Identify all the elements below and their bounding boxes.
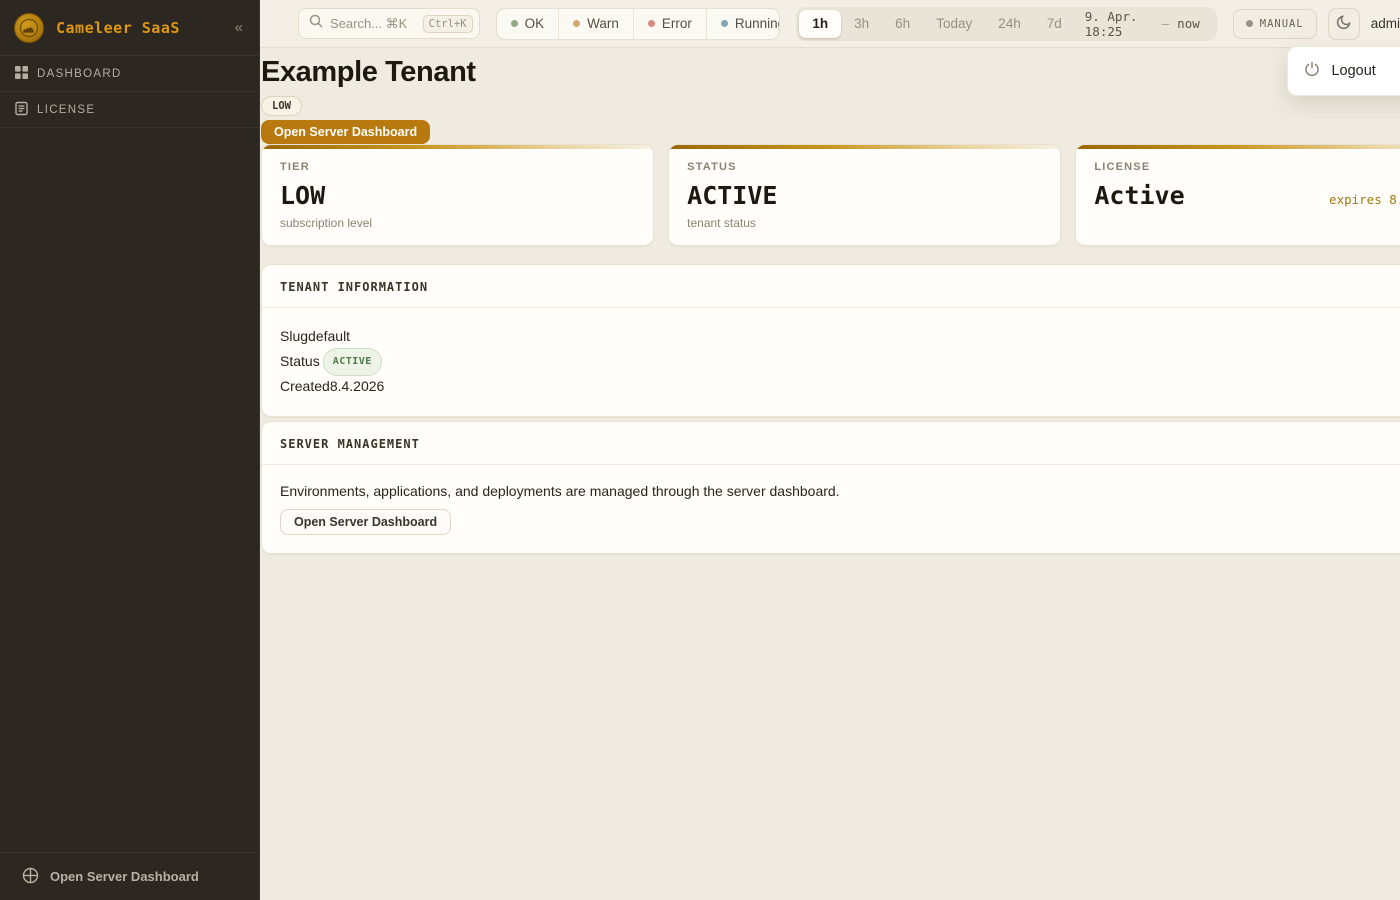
time-from: 9. Apr. 18:25 — [1085, 9, 1154, 39]
created-label: Created — [280, 376, 330, 398]
sidebar-item-license[interactable]: LICENSE — [0, 92, 259, 128]
search-input[interactable] — [330, 16, 416, 31]
stat-label: TIER — [280, 161, 635, 173]
time-range-24h[interactable]: 24h — [985, 10, 1034, 38]
status-row: StatusACTIVE — [280, 348, 1400, 377]
theme-toggle-button[interactable] — [1328, 8, 1360, 40]
brand-name: Cameleer SaaS — [56, 19, 180, 37]
stat-value: LOW — [280, 181, 635, 210]
sidebar-collapse-button[interactable]: « — [231, 16, 247, 39]
moon-icon — [1336, 14, 1352, 33]
page-title: Example Tenant — [261, 56, 1400, 89]
slug-label: Slug — [280, 326, 308, 348]
server-management-card: SERVER MANAGEMENT Environments, applicat… — [261, 421, 1400, 554]
sidebar-item-label: LICENSE — [37, 104, 95, 116]
time-range-6h[interactable]: 6h — [882, 10, 923, 38]
sidebar-open-server-dashboard[interactable]: Open Server Dashboard — [0, 852, 259, 900]
status-stat-card: STATUS ACTIVE tenant status — [668, 144, 1061, 246]
filter-label: Error — [662, 16, 692, 31]
power-icon — [1304, 61, 1320, 81]
stat-subtitle: tenant status — [687, 216, 1042, 230]
stat-value: Active — [1094, 181, 1184, 210]
time-range-7d[interactable]: 7d — [1034, 10, 1075, 38]
status-filter-group: OK Warn Error Running — [496, 8, 781, 40]
created-value: 8.4.2026 — [330, 376, 385, 398]
stat-subtitle: subscription level — [280, 216, 635, 230]
license-stat-card: LICENSE Active expires 8.4.2027 — [1075, 144, 1400, 246]
filter-warn-button[interactable]: Warn — [559, 9, 634, 39]
sidebar-nav: DASHBOARD LICENSE — [0, 56, 259, 852]
section-title: TENANT INFORMATION — [262, 265, 1400, 308]
logout-menu-item[interactable]: Logout — [1294, 53, 1400, 89]
sidebar-item-dashboard[interactable]: DASHBOARD — [0, 56, 259, 92]
search-icon — [309, 14, 323, 33]
open-server-dashboard-secondary-button[interactable]: Open Server Dashboard — [280, 509, 451, 535]
manual-dot-icon — [1246, 20, 1253, 27]
globe-icon — [22, 867, 39, 887]
created-row: Created8.4.2026 — [280, 376, 1400, 398]
camel-logo-icon — [14, 13, 44, 43]
sidebar-footer-label: Open Server Dashboard — [50, 869, 199, 884]
stat-label: LICENSE — [1094, 161, 1400, 173]
brand-link[interactable]: Cameleer SaaS — [14, 13, 231, 43]
slug-row: Slugdefault — [280, 326, 1400, 348]
username-label: admin — [1371, 16, 1400, 31]
filter-label: Running — [735, 16, 781, 31]
open-server-dashboard-button[interactable]: Open Server Dashboard — [261, 120, 430, 144]
status-label: Status — [280, 351, 320, 373]
filter-label: OK — [525, 16, 545, 31]
tenant-info-body: Slugdefault StatusACTIVE Created8.4.2026 — [262, 308, 1400, 416]
tier-badge: LOW — [261, 96, 302, 116]
grid-icon — [14, 65, 29, 83]
filter-running-button[interactable]: Running — [707, 9, 781, 39]
search-box[interactable]: Ctrl+K — [298, 8, 480, 39]
slug-value: default — [308, 326, 350, 348]
tier-stat-card: TIER LOW subscription level — [261, 144, 654, 246]
running-dot-icon — [721, 20, 728, 27]
stat-label: STATUS — [687, 161, 1042, 173]
filter-ok-button[interactable]: OK — [497, 9, 560, 39]
stat-value: ACTIVE — [687, 181, 1042, 210]
server-management-body: Environments, applications, and deployme… — [262, 465, 1400, 553]
logout-label: Logout — [1331, 63, 1375, 79]
time-separator: — — [1162, 16, 1170, 31]
license-icon — [14, 101, 29, 119]
time-range-display[interactable]: 9. Apr. 18:25 — now — [1075, 9, 1214, 39]
stats-row: TIER LOW subscription level STATUS ACTIV… — [261, 144, 1400, 246]
sidebar-item-label: DASHBOARD — [37, 68, 122, 80]
sidebar: Cameleer SaaS « DASHBOARD — [0, 0, 260, 900]
time-range-1h[interactable]: 1h — [799, 10, 841, 38]
time-range-3h[interactable]: 3h — [841, 10, 882, 38]
time-range-group: 1h 3h 6h Today 24h 7d 9. Apr. 18:25 — no… — [796, 7, 1216, 41]
sidebar-header: Cameleer SaaS « — [0, 0, 259, 56]
time-to: now — [1177, 16, 1200, 31]
time-range-today[interactable]: Today — [923, 10, 985, 38]
search-shortcut-kbd: Ctrl+K — [423, 15, 473, 33]
topbar: Ctrl+K OK Warn Error Running 1h 3h 6 — [260, 0, 1400, 48]
user-dropdown-menu: Logout — [1287, 46, 1400, 96]
refresh-mode-label: MANUAL — [1260, 18, 1304, 30]
ok-dot-icon — [511, 20, 518, 27]
error-dot-icon — [648, 20, 655, 27]
server-management-description: Environments, applications, and deployme… — [280, 483, 1400, 499]
topbar-right-cluster: MANUAL admin AD — [1233, 8, 1400, 40]
main-content: Example Tenant LOW Open Server Dashboard… — [260, 48, 1400, 900]
refresh-mode-badge[interactable]: MANUAL — [1233, 9, 1317, 39]
tenant-information-card: TENANT INFORMATION Slugdefault StatusACT… — [261, 264, 1400, 417]
status-active-badge: ACTIVE — [323, 348, 382, 377]
license-expiry: expires 8.4.2027 — [1329, 192, 1400, 207]
warn-dot-icon — [573, 20, 580, 27]
filter-label: Warn — [587, 16, 619, 31]
section-title: SERVER MANAGEMENT — [262, 422, 1400, 465]
filter-error-button[interactable]: Error — [634, 9, 707, 39]
